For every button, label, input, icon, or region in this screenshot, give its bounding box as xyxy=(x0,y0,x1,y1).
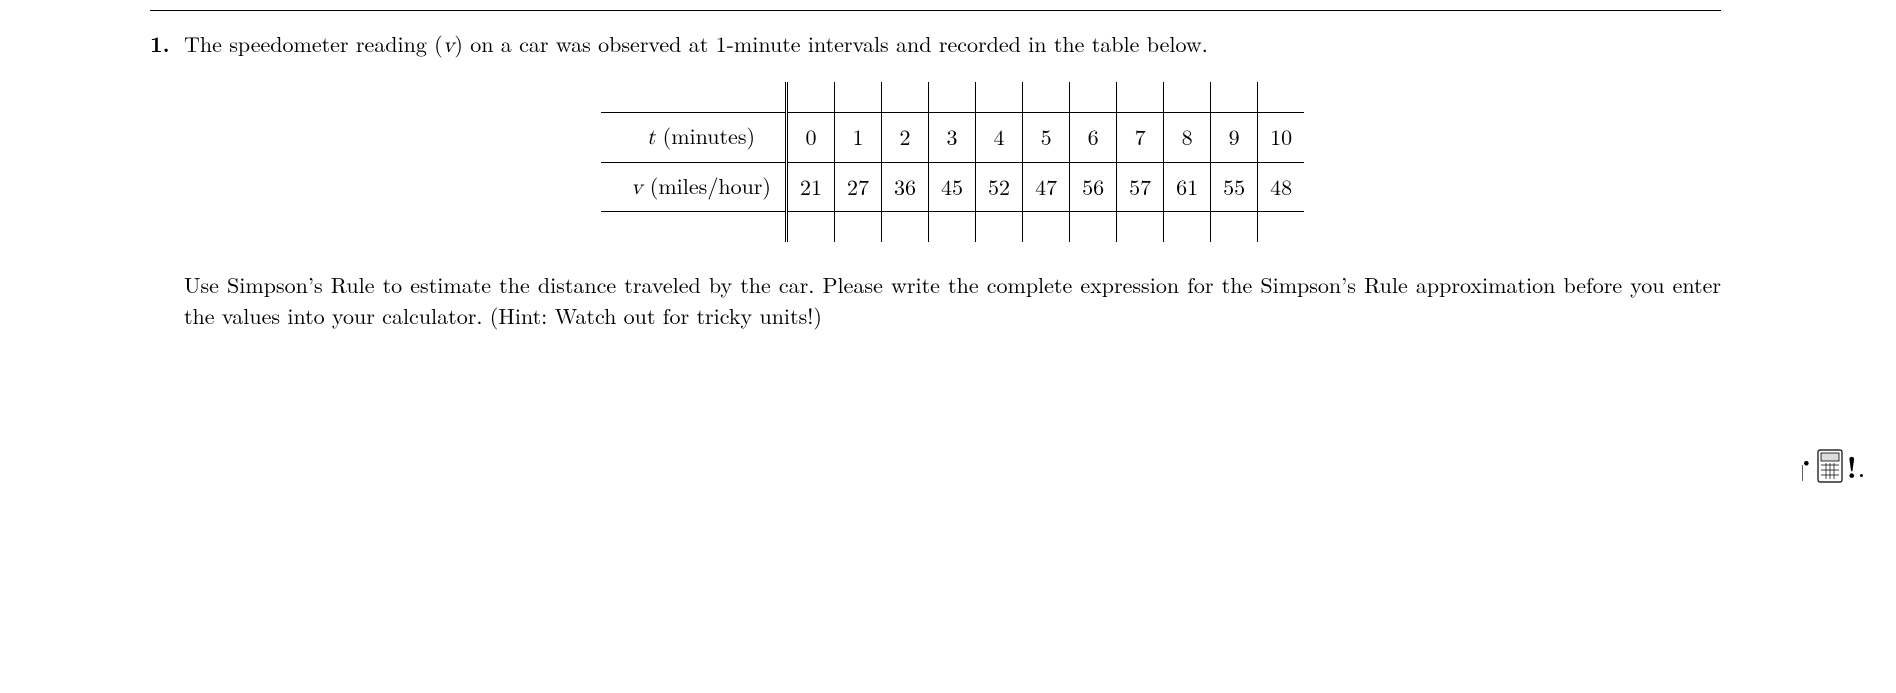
table-row-t: t (minutes) 0 1 2 3 4 5 6 7 8 9 10 xyxy=(601,112,1304,162)
t-val-0: 0 xyxy=(786,112,834,162)
table-tick-bot xyxy=(601,212,1304,243)
v-val-9: 55 xyxy=(1211,162,1258,212)
problem-instruction: Use Simpson’s Rule to estimate the dista… xyxy=(184,270,1721,332)
row-label-v-unit: (miles/hour) xyxy=(642,170,771,201)
data-table-wrap: t (minutes) 0 1 2 3 4 5 6 7 8 9 10 xyxy=(184,82,1721,243)
problem-intro-var: v xyxy=(443,35,455,57)
v-val-8: 61 xyxy=(1164,162,1211,212)
t-val-6: 6 xyxy=(1070,112,1117,162)
v-val-0: 21 xyxy=(786,162,834,212)
v-val-5: 47 xyxy=(1023,162,1070,212)
v-val-3: 45 xyxy=(929,162,976,212)
v-val-4: 52 xyxy=(976,162,1023,212)
v-val-6: 56 xyxy=(1070,162,1117,212)
problem-number: 1. xyxy=(150,29,178,60)
row-label-t: t (minutes) xyxy=(601,112,787,162)
t-val-7: 7 xyxy=(1117,112,1164,162)
top-rule xyxy=(150,10,1721,11)
v-val-1: 27 xyxy=(835,162,882,212)
calculator-svg-icon xyxy=(1817,449,1843,483)
calc-bang-right: !• xyxy=(1847,451,1866,481)
t-val-1: 1 xyxy=(835,112,882,162)
calc-dot-left: •| xyxy=(1800,456,1812,476)
calculator-icon: •| !• xyxy=(1800,449,1866,483)
table-tick-top xyxy=(601,82,1304,113)
v-val-10: 48 xyxy=(1258,162,1305,212)
t-val-4: 4 xyxy=(976,112,1023,162)
t-val-2: 2 xyxy=(882,112,929,162)
t-val-8: 8 xyxy=(1164,112,1211,162)
t-val-5: 5 xyxy=(1023,112,1070,162)
row-label-v: v (miles/hour) xyxy=(601,162,787,212)
t-val-9: 9 xyxy=(1211,112,1258,162)
t-val-10: 10 xyxy=(1258,112,1305,162)
data-table: t (minutes) 0 1 2 3 4 5 6 7 8 9 10 xyxy=(601,82,1304,243)
v-val-2: 36 xyxy=(882,162,929,212)
table-row-v: v (miles/hour) 21 27 36 45 52 47 56 57 6… xyxy=(601,162,1304,212)
problem-intro-after: ) on a car was observed at 1-minute inte… xyxy=(454,28,1208,59)
problem-intro-before: The speedometer reading ( xyxy=(184,28,443,59)
v-val-7: 57 xyxy=(1117,162,1164,212)
row-label-t-unit: (minutes) xyxy=(655,120,755,151)
problem-1: 1. The speedometer reading (v) on a car … xyxy=(150,29,1721,332)
problem-body: The speedometer reading (v) on a car was… xyxy=(184,29,1721,332)
t-val-3: 3 xyxy=(929,112,976,162)
row-label-v-var: v xyxy=(631,177,643,199)
